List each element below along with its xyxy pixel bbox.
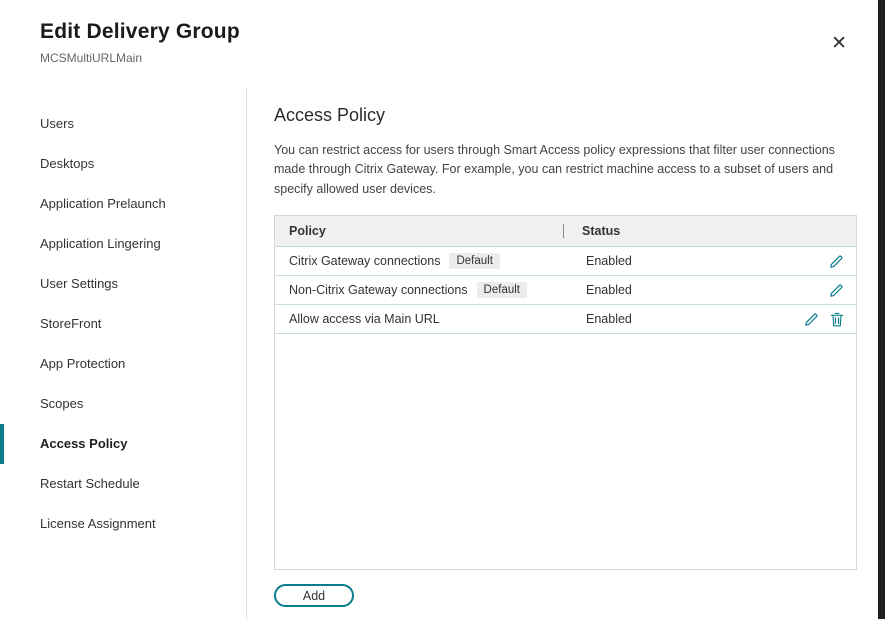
policy-cell: Non-Citrix Gateway connections Default bbox=[275, 282, 567, 298]
policy-name: Citrix Gateway connections bbox=[289, 254, 440, 268]
sidebar-item-desktops[interactable]: Desktops bbox=[0, 144, 246, 184]
close-icon[interactable]: ✕ bbox=[827, 30, 851, 57]
edit-icon[interactable] bbox=[829, 254, 844, 269]
main-content: Access Policy You can restrict access fo… bbox=[247, 88, 885, 619]
sidebar-item-user-settings[interactable]: User Settings bbox=[0, 264, 246, 304]
column-header-policy: Policy bbox=[275, 224, 563, 238]
policy-cell: Allow access via Main URL bbox=[275, 312, 567, 326]
sidebar-item-scopes[interactable]: Scopes bbox=[0, 384, 246, 424]
sidebar-item-application-prelaunch[interactable]: Application Prelaunch bbox=[0, 184, 246, 224]
sidebar-item-license-assignment[interactable]: License Assignment bbox=[0, 504, 246, 544]
edit-icon[interactable] bbox=[804, 312, 819, 327]
dialog-header: Edit Delivery Group MCSMultiURLMain ✕ bbox=[0, 0, 885, 88]
policy-cell: Citrix Gateway connections Default bbox=[275, 253, 567, 269]
sidebar-item-access-policy[interactable]: Access Policy bbox=[0, 424, 246, 464]
dialog-body: Users Desktops Application Prelaunch App… bbox=[0, 88, 885, 619]
policy-status: Enabled bbox=[567, 283, 632, 297]
page-title: Access Policy bbox=[274, 105, 885, 126]
table-header-row: Policy Status bbox=[275, 216, 856, 247]
row-actions bbox=[829, 254, 856, 269]
edit-icon[interactable] bbox=[829, 283, 844, 298]
table-row: Allow access via Main URL Enabled bbox=[275, 305, 856, 334]
default-badge: Default bbox=[449, 253, 499, 269]
description: You can restrict access for users throug… bbox=[274, 141, 856, 199]
sidebar-item-users[interactable]: Users bbox=[0, 104, 246, 144]
delete-icon[interactable] bbox=[830, 312, 844, 327]
table-row: Citrix Gateway connections Default Enabl… bbox=[275, 247, 856, 276]
dialog-subtitle: MCSMultiURLMain bbox=[40, 51, 885, 65]
sidebar-item-app-protection[interactable]: App Protection bbox=[0, 344, 246, 384]
policy-table: Policy Status Citrix Gateway connections… bbox=[274, 215, 857, 570]
row-actions bbox=[829, 283, 856, 298]
sidebar: Users Desktops Application Prelaunch App… bbox=[0, 88, 247, 619]
add-button[interactable]: Add bbox=[274, 584, 354, 607]
column-header-status: Status bbox=[564, 224, 620, 238]
row-actions bbox=[804, 312, 856, 327]
sidebar-item-storefront[interactable]: StoreFront bbox=[0, 304, 246, 344]
table-row: Non-Citrix Gateway connections Default E… bbox=[275, 276, 856, 305]
sidebar-item-application-lingering[interactable]: Application Lingering bbox=[0, 224, 246, 264]
policy-status: Enabled bbox=[567, 254, 632, 268]
policy-status: Enabled bbox=[567, 312, 632, 326]
dialog-title: Edit Delivery Group bbox=[40, 20, 885, 44]
window-edge bbox=[878, 0, 885, 619]
default-badge: Default bbox=[477, 282, 527, 298]
policy-name: Non-Citrix Gateway connections bbox=[289, 283, 468, 297]
sidebar-item-restart-schedule[interactable]: Restart Schedule bbox=[0, 464, 246, 504]
policy-name: Allow access via Main URL bbox=[289, 312, 440, 326]
